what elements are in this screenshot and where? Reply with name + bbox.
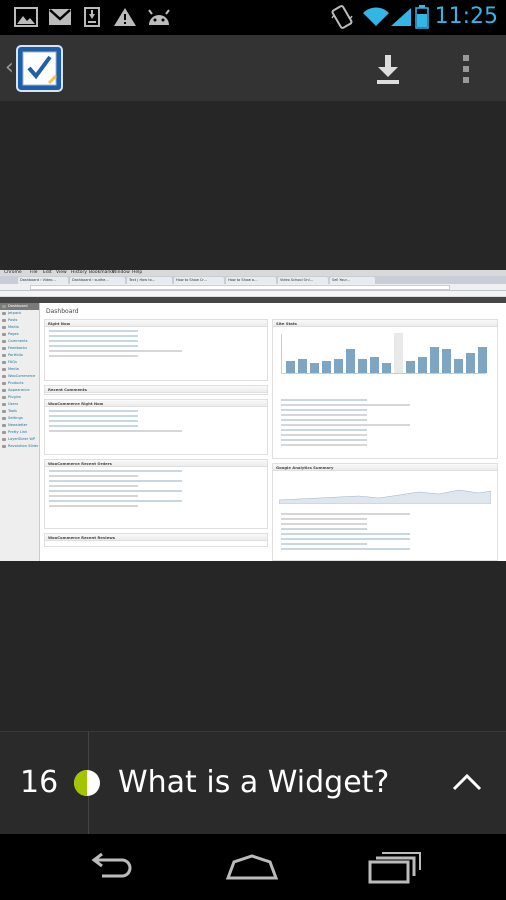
chapter-number: 16	[20, 765, 59, 800]
panel-right-now: Right Now	[44, 319, 268, 381]
download-icon[interactable]	[374, 53, 402, 85]
sidebar-item: Users	[0, 401, 39, 408]
sidebar-item: Pretty Link	[0, 429, 39, 436]
sidebar-item: Media	[0, 324, 39, 331]
back-icon[interactable]	[82, 846, 142, 886]
system-nav-bar	[0, 834, 506, 900]
image-viewer[interactable]: Chrome File Edit View History Bookmarks …	[0, 101, 506, 731]
browser-tab: Dashboard ‹ Video…	[18, 277, 68, 284]
sidebar-item: Pages	[0, 331, 39, 338]
browser-tab: Text | How to…	[127, 277, 172, 284]
download-icon	[84, 7, 100, 27]
signal-icon	[391, 8, 411, 26]
sidebar-item: FAQs	[0, 359, 39, 366]
sidebar-item: Tools	[0, 408, 39, 415]
panel-header: WooCommerce Recent Orders	[45, 460, 267, 467]
action-bar: ‹	[0, 35, 506, 101]
chevron-up-icon[interactable]	[452, 772, 482, 792]
home-icon[interactable]	[222, 846, 282, 886]
url-field	[30, 285, 450, 290]
dashboard-screenshot: Chrome File Edit View History Bookmarks …	[0, 270, 506, 561]
android-icon	[148, 9, 170, 25]
panel-analytics-summary: Google Analytics Summary	[272, 463, 498, 561]
browser-tabs: Dashboard ‹ Video… Dashboard ‹ sudhe… Te…	[0, 276, 506, 284]
browser-tab: Dashboard ‹ sudhe…	[70, 277, 125, 284]
recent-apps-icon[interactable]	[364, 846, 424, 886]
sidebar-item: Dashboard	[0, 303, 39, 310]
stats-bar-chart	[281, 333, 487, 374]
sidebar-item: Appearance	[0, 387, 39, 394]
sidebar-item: Newsletter	[0, 422, 39, 429]
half-circle-progress-icon	[74, 770, 100, 796]
browser-tab: How to Show a…	[226, 277, 276, 284]
page-title: Dashboard	[46, 308, 79, 315]
panel-recent-orders: WooCommerce Recent Orders	[44, 459, 268, 529]
panel-header: WooCommerce Recent Reviews	[45, 534, 267, 541]
panel-site-stats: Site Stats	[272, 319, 498, 459]
sidebar-item: Revolution Slider	[0, 443, 39, 450]
sidebar-item: Media	[0, 366, 39, 373]
chapter-title[interactable]: What is a Widget?	[118, 765, 389, 800]
back-chevron-icon[interactable]: ‹	[5, 55, 14, 80]
wp-main: Dashboard Right Now Recent Comments WooC…	[42, 303, 506, 561]
analytics-area-chart	[279, 489, 491, 504]
panel-header: Right Now	[45, 320, 267, 327]
panel-woocommerce-right-now: WooCommerce Right Now	[44, 399, 268, 455]
status-bar: 11:25	[0, 0, 506, 35]
panel-header: Google Analytics Summary	[273, 464, 497, 471]
sidebar-item: WooCommerce	[0, 373, 39, 380]
battery-icon	[415, 5, 429, 29]
sidebar-item: Posts	[0, 317, 39, 324]
image-icon	[14, 7, 38, 27]
overflow-menu-icon[interactable]	[460, 54, 472, 84]
browser-tab: Video School Onl…	[278, 277, 328, 284]
app-root: 11:25 ‹ Chrome File Edit View History Bo…	[0, 0, 506, 900]
browser-tab: How to Show Cr…	[174, 277, 224, 284]
panel-recent-reviews: WooCommerce Recent Reviews	[44, 533, 268, 547]
vibrate-icon	[331, 5, 353, 29]
gmail-icon	[49, 9, 71, 25]
sidebar-item: Products	[0, 380, 39, 387]
panel-recent-comments: Recent Comments	[44, 385, 268, 395]
sidebar-item: Jetpack	[0, 310, 39, 317]
panel-header: Site Stats	[273, 320, 497, 327]
address-bar	[0, 284, 506, 291]
clock: 11:25	[434, 4, 498, 29]
sidebar-item: Feedbacks	[0, 345, 39, 352]
panel-header: WooCommerce Right Now	[45, 400, 267, 407]
sidebar-item: Settings	[0, 415, 39, 422]
sidebar-item: LayerSlider WP	[0, 436, 39, 443]
checklist-app-icon[interactable]	[16, 45, 63, 92]
sidebar-item: Portfolio	[0, 352, 39, 359]
sidebar-item: Plugins	[0, 394, 39, 401]
wp-sidebar: Dashboard Jetpack Posts Media Pages Comm…	[0, 303, 40, 561]
panel-header: Recent Comments	[45, 386, 267, 393]
browser-tab: Sell Your…	[330, 277, 375, 284]
sidebar-item: Comments	[0, 338, 39, 345]
wifi-icon	[363, 7, 389, 27]
chapter-bar[interactable]: 16 What is a Widget?	[0, 731, 506, 835]
warning-icon	[114, 8, 136, 26]
